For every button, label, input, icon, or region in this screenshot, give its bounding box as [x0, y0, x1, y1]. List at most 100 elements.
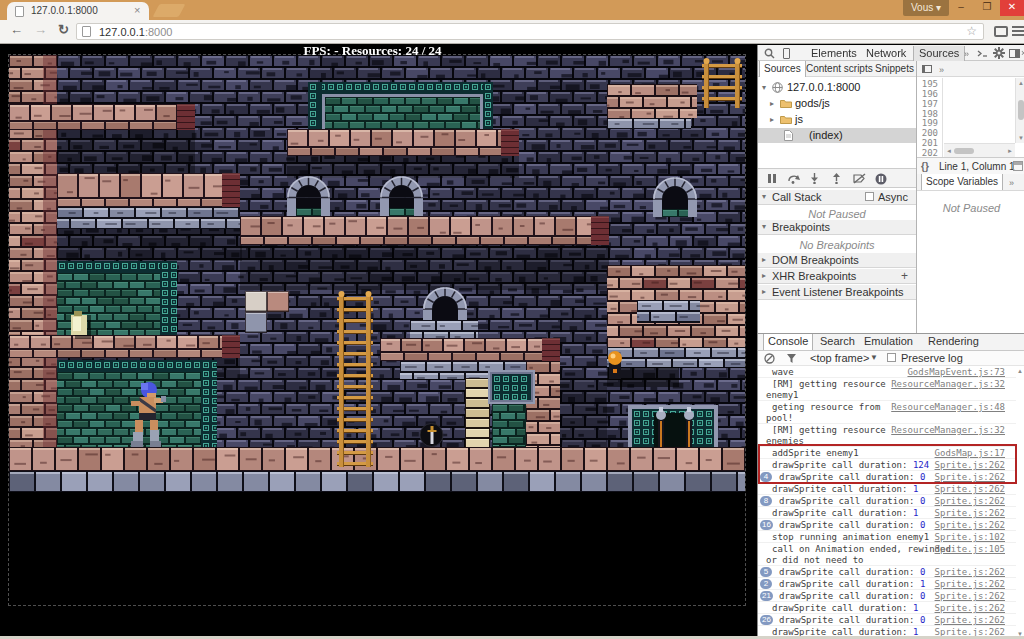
file-navigator: ▾127.0.0.1:8000▸gods/js▸js(index)	[758, 77, 916, 168]
step-into-icon[interactable]	[809, 173, 820, 184]
tree-item--index-[interactable]: (index)	[758, 128, 916, 143]
pause-on-exceptions-icon[interactable]	[875, 173, 887, 185]
browser-menu-icon[interactable]	[1012, 26, 1024, 37]
repeat-count-badge: 5	[760, 567, 772, 577]
more-tabs-icon[interactable]: »	[964, 49, 969, 59]
error-indicator-icon[interactable]	[1013, 161, 1023, 171]
tab-search[interactable]: Search	[816, 334, 859, 350]
subtab-content-scripts[interactable]: Content scripts	[802, 61, 877, 77]
preserve-log-label: Preserve log	[901, 352, 963, 364]
console-scrollbar[interactable]: ▲ ▼	[1015, 366, 1024, 639]
event-breakpoints-header[interactable]: ▸Event Listener Breakpoints	[758, 285, 916, 300]
console-message: drawSprite call duration: 1	[779, 579, 925, 589]
settings-gear-icon[interactable]	[993, 47, 1005, 59]
preserve-log-checkbox[interactable]	[887, 353, 896, 362]
browser-tab[interactable]: 127.0.0.1:8000 ×	[7, 2, 149, 20]
dock-side-icon[interactable]	[1009, 49, 1020, 58]
folder-icon	[780, 98, 792, 108]
async-label: Async	[878, 190, 908, 204]
tree-item-js[interactable]: ▸js	[758, 112, 916, 127]
clear-console-icon[interactable]	[764, 353, 775, 364]
xhr-breakpoints-header[interactable]: ▸XHR Breakpoints +	[758, 269, 916, 284]
editor-tabs-more-icon[interactable]: »	[939, 65, 944, 75]
devtools-panel: Elements Network Sources » × Sources Con…	[757, 45, 1024, 639]
console-source-link[interactable]: Sprite.js:262	[935, 603, 1005, 613]
console-row: geting resource frompool!ResourceManager…	[758, 401, 1016, 424]
browser-toolbar: ← → ↻ 127.0.0.1:8000 ☆	[0, 20, 1024, 44]
async-checkbox[interactable]	[865, 192, 874, 201]
frame-selector[interactable]: <top frame>	[810, 352, 869, 364]
subtab-sources[interactable]: Sources	[759, 61, 806, 77]
pause-icon[interactable]	[766, 173, 777, 184]
scroll-down-icon[interactable]: ▼	[1018, 135, 1024, 141]
show-navigator-icon[interactable]	[922, 65, 932, 73]
console-source-link[interactable]: Sprite.js:262	[935, 615, 1005, 625]
tab-emulation[interactable]: Emulation	[860, 334, 917, 350]
console-scroll-up-icon[interactable]: ▲	[1017, 368, 1023, 374]
deactivate-breakpoints-icon[interactable]	[853, 173, 866, 184]
editor-hscrollbar[interactable]: ◄ ►	[944, 143, 1015, 157]
frame-selector-arrow-icon[interactable]: ▼	[870, 353, 878, 362]
console-row: stop running animation enemy1Sprite.js:1…	[758, 531, 1016, 543]
scope-pane: Scope Variables » Not Paused	[916, 174, 1024, 333]
back-button[interactable]: ←	[10, 22, 23, 37]
console-message-wrap: enemy1	[766, 390, 799, 400]
scope-more-icon[interactable]: »	[1009, 178, 1014, 188]
console-source-link[interactable]: Sprite.js:262	[935, 579, 1005, 589]
dom-breakpoints-header[interactable]: ▸DOM Breakpoints	[758, 253, 916, 268]
window-maximize-button[interactable]: ❐	[974, 0, 1000, 16]
step-out-icon[interactable]	[831, 173, 842, 184]
tab-rendering[interactable]: Rendering	[924, 334, 983, 350]
console-source-link[interactable]: GodsMapEvent.js:73	[907, 367, 1005, 377]
new-tab-button[interactable]	[153, 4, 186, 17]
scroll-left-icon[interactable]: ◄	[946, 148, 952, 154]
tab-cast-icon[interactable]	[994, 26, 1008, 37]
forward-button[interactable]: →	[34, 22, 47, 37]
console-source-link[interactable]: Sprite.js:262	[935, 591, 1005, 601]
console-source-link[interactable]: ResourceManager.js:48	[891, 402, 1005, 412]
game-canvas[interactable]	[9, 55, 745, 605]
cursor-position: Line 1, Column 1	[939, 161, 1015, 172]
tree-item-127-0-0-1-8000[interactable]: ▾127.0.0.1:8000	[758, 80, 916, 95]
console-source-link[interactable]: ResourceManager.js:32	[891, 425, 1005, 435]
address-bar[interactable]: 127.0.0.1:8000 ☆	[76, 23, 984, 40]
filter-icon[interactable]	[786, 353, 797, 364]
console-source-link[interactable]: Sprite.js:262	[935, 484, 1005, 494]
console-source-link[interactable]: Sprite.js:262	[935, 508, 1005, 518]
tree-item-gods-js[interactable]: ▸gods/js	[758, 96, 916, 111]
tab-scope-variables[interactable]: Scope Variables	[921, 174, 1003, 190]
step-over-icon[interactable]	[787, 173, 800, 184]
device-mode-icon[interactable]	[783, 48, 790, 59]
console-source-link[interactable]: ResourceManager.js:32	[891, 379, 1005, 389]
editor-header: »	[917, 61, 1024, 77]
console-source-link[interactable]: Sprite.js:262	[935, 496, 1005, 506]
tab-elements[interactable]: Elements	[806, 46, 862, 61]
console-source-link[interactable]: Sprite.js:102	[935, 532, 1005, 542]
console-message: drawSprite call duration: 0	[779, 496, 925, 506]
console-drawer-icon[interactable]	[976, 48, 989, 59]
tab-network[interactable]: Network	[861, 46, 911, 61]
tab-console[interactable]: Console	[763, 334, 813, 350]
window-minimize-button[interactable]: –	[948, 0, 974, 16]
profile-button[interactable]: Vous ▾	[903, 0, 949, 16]
console-source-link[interactable]: Sprite.js:262	[935, 567, 1005, 577]
braces-icon[interactable]: {}	[921, 161, 929, 172]
console-source-link[interactable]: Sprite.js:105	[935, 544, 1005, 554]
tab-close-icon[interactable]: ×	[134, 4, 140, 16]
xhr-add-icon[interactable]: +	[901, 269, 908, 283]
reload-button[interactable]: ↻	[58, 22, 69, 37]
console-toolbar: <top frame> ▼ Preserve log	[758, 351, 1024, 366]
console-source-link[interactable]: Sprite.js:262	[935, 520, 1005, 530]
scroll-up-icon[interactable]: ▲	[1018, 80, 1024, 86]
callstack-section-header[interactable]: ▾Call Stack Async	[758, 190, 916, 205]
subtab-snippets[interactable]: Snippets	[871, 61, 918, 77]
console-tabs: Console Search Emulation Rendering	[758, 334, 1024, 351]
breakpoints-section-header[interactable]: ▾Breakpoints	[758, 220, 916, 235]
browser-tab-bar: 127.0.0.1:8000 × Vous ▾ – ❐ ✕	[0, 0, 1024, 20]
bookmark-star-icon[interactable]: ☆	[966, 24, 977, 38]
editor-vscrollbar[interactable]: ▲ ▼	[1015, 78, 1024, 143]
tab-sources[interactable]: Sources	[913, 46, 965, 61]
window-close-button[interactable]: ✕	[1000, 0, 1024, 16]
scroll-right-icon[interactable]: ►	[1007, 148, 1013, 154]
search-icon[interactable]	[764, 48, 775, 59]
